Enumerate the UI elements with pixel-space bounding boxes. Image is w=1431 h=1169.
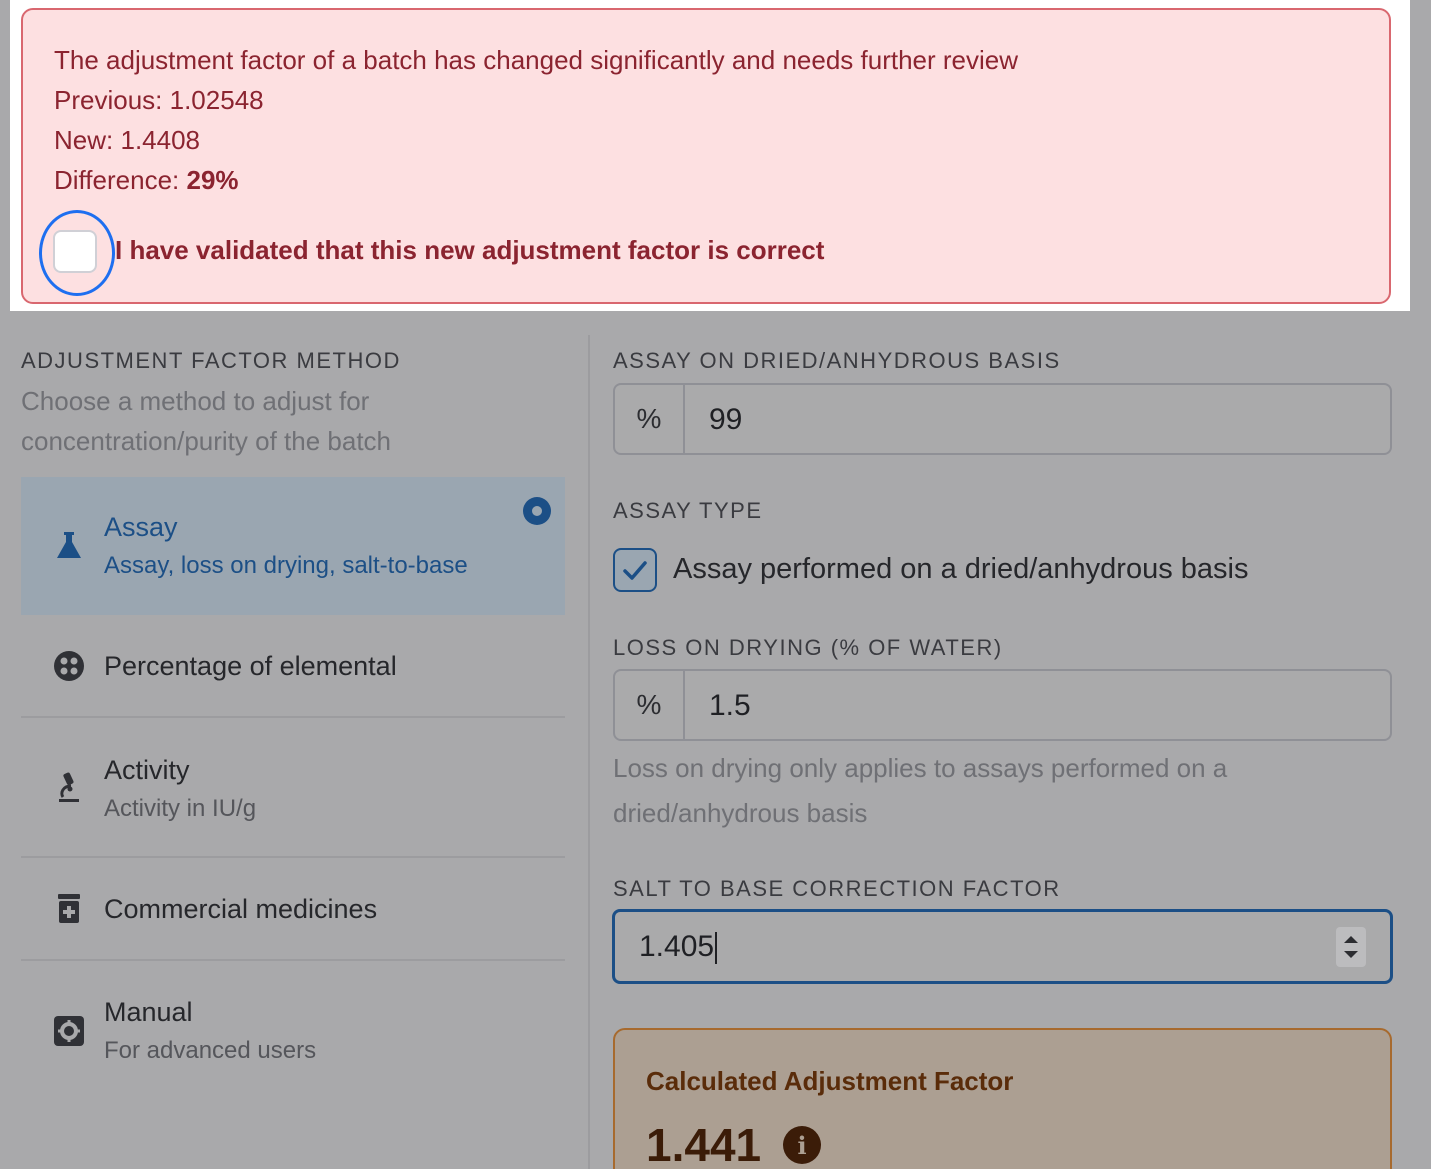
assay-type-checkbox-label[interactable]: Assay performed on a dried/anhydrous bas… (673, 553, 1248, 586)
alert-difference: Difference: 29% (54, 165, 239, 195)
salt-value[interactable]: 1.405 (639, 930, 718, 965)
method-option-manual[interactable]: Manual For advanced users (21, 961, 565, 1101)
calculated-result-card: Calculated Adjustment Factor 1.441 i (613, 1028, 1392, 1169)
previous-label: Previous: (54, 85, 163, 115)
flask-icon (53, 529, 85, 561)
method-name: Percentage of elemental (104, 651, 397, 681)
method-desc: Assay, loss on drying, salt-to-base (104, 552, 468, 579)
lod-value[interactable]: 1.5 (709, 689, 751, 723)
alert-container: The adjustment factor of a batch has cha… (10, 0, 1410, 311)
lod-input[interactable]: % 1.5 (613, 669, 1392, 741)
salt-to-base-input[interactable]: 1.405 (612, 909, 1393, 984)
atom-icon (53, 650, 85, 682)
validate-checkbox-label[interactable]: I have validated that this new adjustmen… (115, 235, 824, 265)
new-value: 1.4408 (120, 125, 201, 155)
lod-help-text: Loss on drying only applies to assays pe… (613, 753, 1228, 828)
method-desc: For advanced users (104, 1037, 317, 1064)
column-divider (588, 335, 590, 1169)
stepper-arrows-icon[interactable] (1336, 927, 1366, 967)
method-option-assay[interactable]: Assay Assay, loss on drying, salt-to-bas… (21, 477, 565, 615)
method-option-commercial-medicines[interactable]: Commercial medicines (21, 858, 565, 961)
alert-previous: Previous: 1.02548 (54, 85, 264, 115)
text-caret (715, 932, 718, 965)
difference-label: Difference: (54, 165, 180, 195)
difference-value: 29% (186, 165, 239, 195)
method-name: Assay (104, 512, 178, 542)
medicine-bottle-icon (53, 893, 85, 925)
assay-value[interactable]: 99 (709, 403, 742, 437)
alert-message: The adjustment factor of a batch has cha… (54, 45, 1019, 75)
previous-value: 1.02548 (169, 85, 264, 115)
assay-percent-prefix: % (615, 385, 685, 453)
method-name: Activity (104, 755, 190, 785)
method-section-subtitle: Choose a method to adjust for concentrat… (21, 386, 392, 456)
lod-percent-prefix: % (615, 671, 685, 739)
method-name: Commercial medicines (104, 894, 378, 924)
alert-new: New: 1.4408 (54, 125, 200, 155)
salt-label: SALT TO BASE CORRECTION FACTOR (613, 876, 1061, 901)
assay-type-checkbox[interactable] (613, 548, 657, 592)
lod-label: LOSS ON DRYING (% OF WATER) (613, 635, 1003, 660)
check-icon (623, 561, 647, 580)
method-desc: Activity in IU/g (104, 795, 257, 822)
validate-checkbox[interactable] (53, 230, 97, 273)
method-section-title: ADJUSTMENT FACTOR METHOD (21, 348, 401, 373)
salt-value-text: 1.405 (639, 930, 715, 963)
microscope-icon (53, 771, 85, 803)
method-radio-selected[interactable] (523, 497, 551, 525)
method-option-percentage-elemental[interactable]: Percentage of elemental (21, 615, 565, 718)
info-icon[interactable]: i (783, 1126, 821, 1164)
assay-label: ASSAY ON DRIED/ANHYDROUS BASIS (613, 348, 1061, 373)
method-option-activity[interactable]: Activity Activity in IU/g (21, 718, 565, 858)
new-label: New: (54, 125, 114, 155)
cog-icon (53, 1015, 85, 1047)
significant-change-alert: The adjustment factor of a batch has cha… (21, 8, 1391, 304)
method-name: Manual (104, 997, 193, 1027)
assay-input[interactable]: % 99 (613, 383, 1392, 455)
result-value: 1.441 (646, 1119, 762, 1169)
result-title: Calculated Adjustment Factor (646, 1066, 1014, 1096)
number-stepper[interactable] (1336, 927, 1366, 967)
assay-type-label: ASSAY TYPE (613, 498, 763, 523)
